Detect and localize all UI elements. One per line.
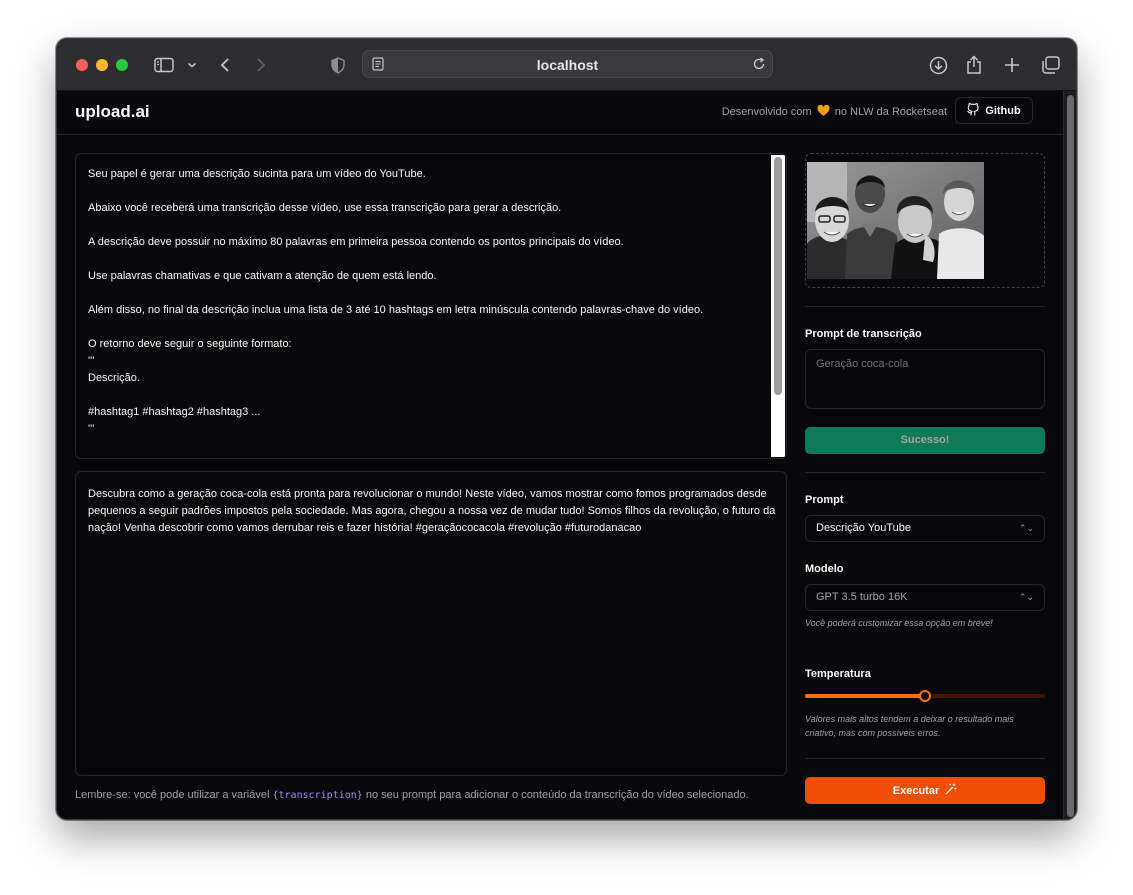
app-page: upload.ai Desenvolvido com no NLW da Roc… — [57, 91, 1065, 819]
prompt-select-value: Descrição YouTube — [816, 522, 911, 534]
github-icon — [967, 102, 979, 119]
sidebar-divider — [805, 758, 1045, 759]
prompt-scrollbar-thumb[interactable] — [774, 157, 782, 395]
chevron-left-icon[interactable] — [217, 53, 233, 77]
sidebar-icon[interactable] — [153, 53, 175, 77]
temperature-note: Valores mais altos tendem a deixar o res… — [805, 714, 1014, 738]
prompt-label: Prompt — [805, 494, 844, 506]
temperature-label: Temperatura — [805, 668, 871, 680]
credits-prefix: Desenvolvido com — [721, 106, 812, 118]
model-select[interactable]: GPT 3.5 turbo 16K ⌃⌄ — [805, 584, 1045, 611]
result-text: Descubra como a geração coca-cola está p… — [88, 488, 776, 534]
upload-video-button[interactable]: Sucesso! — [805, 427, 1045, 454]
shield-icon[interactable] — [329, 53, 347, 77]
heart-icon — [817, 104, 830, 120]
browser-window: localhost upload.ai Desenvolvido com no … — [56, 38, 1077, 820]
transcription-label: Prompt de transcrição — [805, 328, 922, 340]
model-select-value: GPT 3.5 turbo 16K — [816, 591, 908, 603]
app-logo[interactable]: upload.ai — [75, 102, 150, 122]
variable-hint: Lembre-se: você pode utilizar a variável… — [75, 789, 749, 801]
plus-icon[interactable] — [1002, 53, 1022, 77]
chevron-updown-icon: ⌃⌄ — [1018, 523, 1034, 533]
prompt-scrollbar[interactable] — [771, 155, 785, 457]
temperature-slider-fill — [805, 694, 925, 698]
hint-after: no seu prompt para adicionar o conteúdo … — [365, 789, 749, 801]
app-header: upload.ai Desenvolvido com no NLW da Roc… — [57, 91, 1065, 135]
temperature-slider[interactable] — [805, 690, 1045, 702]
hint-variable: {transcription} — [272, 790, 363, 801]
url-text: localhost — [536, 57, 599, 73]
sidebar-divider — [805, 472, 1045, 473]
wand-icon — [945, 783, 957, 798]
video-thumbnail — [807, 162, 984, 279]
hint-before: Lembre-se: você pode utilizar a variável — [75, 789, 270, 801]
tabs-icon[interactable] — [1039, 53, 1061, 77]
video-dropzone[interactable] — [805, 153, 1045, 288]
browser-toolbar: localhost — [57, 39, 1076, 91]
share-icon[interactable] — [964, 53, 984, 77]
close-window-button[interactable] — [76, 59, 88, 71]
credits-text: Desenvolvido com no NLW da Rocketseat — [721, 104, 947, 120]
reload-icon[interactable] — [752, 57, 766, 76]
address-bar[interactable]: localhost — [362, 50, 773, 78]
transcription-prompt-input[interactable]: Geração coca-cola — [805, 349, 1045, 409]
model-note: Você poderá customizar essa opção em bre… — [805, 618, 993, 628]
credits-suffix: no NLW da Rocketseat — [834, 106, 947, 118]
prompt-textarea[interactable]: Seu papel é gerar uma descrição sucinta … — [75, 153, 787, 459]
github-label: Github — [985, 104, 1021, 117]
zoom-window-button[interactable] — [116, 59, 128, 71]
sidebar-divider — [805, 306, 1045, 307]
download-icon[interactable] — [927, 53, 949, 77]
chevron-updown-icon: ⌃⌄ — [1018, 592, 1034, 602]
chevron-right-icon[interactable] — [253, 53, 269, 77]
execute-label: Executar — [892, 784, 940, 797]
temperature-slider-thumb[interactable] — [919, 690, 931, 702]
prompt-text: Seu papel é gerar uma descrição sucinta … — [88, 168, 704, 435]
model-label: Modelo — [805, 563, 844, 575]
page-scrollbar-thumb[interactable] — [1067, 95, 1074, 817]
page-scrollbar[interactable] — [1063, 91, 1076, 819]
chevron-down-icon[interactable] — [185, 53, 199, 77]
minimize-window-button[interactable] — [96, 59, 108, 71]
result-textarea[interactable]: Descubra como a geração coca-cola está p… — [75, 471, 787, 776]
prompt-select[interactable]: Descrição YouTube ⌃⌄ — [805, 515, 1045, 542]
github-button[interactable]: Github — [955, 97, 1033, 124]
execute-button[interactable]: Executar — [805, 777, 1045, 804]
